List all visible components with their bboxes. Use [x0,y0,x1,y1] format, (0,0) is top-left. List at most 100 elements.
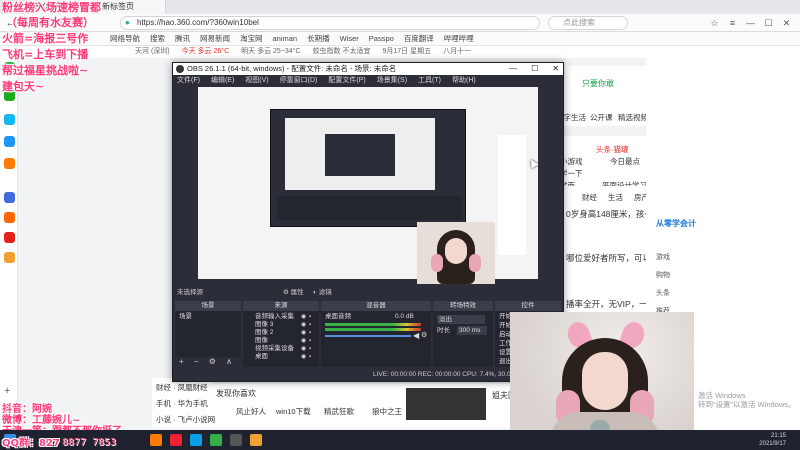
taskbar-clock[interactable]: 21:15 2021/9/17 [759,432,786,448]
bookmark-item[interactable]: 网络导航 [110,32,140,45]
mixer-dock-header: 混音器 [321,301,431,311]
sidebar-item[interactable]: 头条 [656,288,670,298]
mixer-level: 0.0 dB [395,313,414,320]
scenes-dock-buttons[interactable]: + − ⚙ ∧ ∨ [175,357,241,376]
filters-button[interactable]: ◐ 滤镜 [313,288,332,298]
video-thumbnail[interactable] [406,388,486,420]
app-icon[interactable] [4,252,15,263]
feed-item[interactable]: 狼中之王 [372,406,402,417]
menu-item[interactable]: 场景集(S) [377,75,407,86]
speaker-icon[interactable]: ◀ [413,331,419,340]
sidebar-item[interactable]: 购物 [656,270,670,280]
obs-taskbar-icon[interactable] [230,434,242,446]
bookmark-item[interactable]: 百度翻译 [404,32,434,45]
bookmark-item[interactable]: Wiser [340,32,359,45]
app-icon[interactable] [4,192,15,203]
bookmark-item[interactable]: 网易新闻 [200,32,230,45]
star-icon[interactable]: ☆ [709,16,720,30]
feed-title[interactable]: 发现你喜欢 [216,388,256,399]
duration-input[interactable]: 300 ms [457,326,487,335]
app-icon[interactable] [4,114,15,125]
menu-item[interactable]: 配置文件(P) [328,75,365,86]
taskbar-app-icon[interactable] [210,434,222,446]
app-icon[interactable] [4,232,15,243]
properties-button[interactable]: ⚙ 属性 [283,288,304,298]
menu-item[interactable]: 编辑(E) [211,75,234,86]
no-source-label: 未选择源 [177,289,203,296]
source-item[interactable]: 图像 3 [255,321,273,329]
source-item[interactable]: 桌面 [255,353,268,361]
left-list-item[interactable]: 小说 · 飞卢小说网 [156,414,215,425]
add-icon[interactable]: + [4,386,15,397]
url-field[interactable]: ● https://hao.360.com/?360win10bel [120,16,540,30]
minimize-icon[interactable]: — [745,16,756,30]
category-tab[interactable]: 生活 [608,192,623,203]
taskbar-app-icon[interactable] [170,434,182,446]
minimize-icon[interactable]: — [509,63,517,75]
right-link[interactable]: 精选视频 [618,112,648,123]
volume-slider[interactable] [325,335,411,337]
promo-item[interactable]: 头条·猫罐 [596,144,629,155]
app-icon[interactable] [4,158,15,169]
app-icon[interactable] [4,136,15,147]
transition-select[interactable]: 淡出 [437,315,485,324]
bookmark-item[interactable]: 淘宝网 [240,32,263,45]
headline-text[interactable]: 只要你敢 [582,78,614,89]
source-item[interactable]: 视频采集设备 [255,345,294,353]
left-list-item[interactable]: 财经 · 凤凰财经 [156,382,208,393]
menu-item[interactable]: 视图(V) [245,75,268,86]
menu-item[interactable]: 帮助(H) [452,75,476,86]
source-item[interactable]: 图像 2 [255,329,273,337]
feed-item[interactable]: 精武狂歌 [324,406,354,417]
source-item[interactable]: 音频输入采集 [255,313,294,321]
source-item[interactable]: 图像 [255,337,268,345]
cam-face [445,238,467,264]
eye-icon[interactable]: ◉ ◉ ◉ ◉ ◉ ◉ [301,313,306,361]
promo-item[interactable]: 今日最点 [610,156,640,167]
status-text: LIVE: 00:00:00 REC: 00:00:00 CPU: 7.4%, … [373,371,525,378]
menu-icon[interactable]: ≡ [727,16,738,30]
app-icon[interactable] [4,212,15,223]
left-list-item[interactable]: 手机 · 华为手机 [156,398,208,409]
overlay-line: 帮过福星挑战啦~ [2,64,89,77]
browser-tab[interactable]: 新标签页 [98,0,166,14]
bookmark-item[interactable]: 搜索 [150,32,165,45]
taskbar-app-icon[interactable] [190,434,202,446]
browser-toolbar: ☆ ≡ — ☐ ✕ [709,16,792,30]
overlay-line: QQ群：827 [2,438,60,449]
bookmark-item[interactable]: 长期播 [307,32,330,45]
sidebar-item[interactable]: 游戏 [656,252,670,262]
news-snippet[interactable]: 播率全开，无VIP，一键 [566,298,656,310]
scene-item[interactable]: 场景 [179,313,192,321]
obs-preview-scrollbar[interactable] [539,87,563,279]
feed-item[interactable]: win10下载 [276,406,311,417]
menu-item[interactable]: 停靠窗口(D) [280,75,318,86]
news-snippet[interactable]: 0岁身高148厘米，孩子 [566,208,653,220]
info-location[interactable]: 天河 (深圳) [135,46,170,58]
close-icon[interactable]: ✕ [552,63,559,75]
maximize-icon[interactable]: ☐ [531,63,538,75]
bookmark-item[interactable]: animan [273,32,298,45]
info-lunar: 八月十一 [443,48,472,55]
close-icon[interactable]: ✕ [781,16,792,30]
bookmark-item[interactable]: 腾讯 [175,32,190,45]
preview-webcam-source [417,222,495,284]
maximize-icon[interactable]: ☐ [763,16,774,30]
category-tab[interactable]: 财经 [582,192,597,203]
bookmark-item[interactable]: Passpo [369,32,394,45]
menu-item[interactable]: 文件(F) [177,75,200,86]
obs-title-text: OBS 26.1.1 (64-bit, windows) - 配置文件: 未命名… [187,64,397,73]
sources-dock-header: 来源 [243,301,319,311]
sources-dock: 音频输入采集 图像 3 图像 2 图像 视频采集设备 桌面 ◉ ◉ ◉ ◉ ◉ ◉ ▪ ▪ ▪… [243,311,319,367]
right-link[interactable]: 公开课 [590,112,613,123]
taskbar-app-icon[interactable] [150,434,162,446]
lock-source-icon[interactable]: ▪ ▪ ▪ ▪ ▪ ▪ [309,313,311,361]
gear-icon[interactable]: ⚙ [421,331,427,339]
browser-search-input[interactable]: 点此搜索 [548,16,628,30]
sidebar-promo[interactable]: 从零学会计 [656,218,696,229]
menu-item[interactable]: 工具(T) [418,75,441,86]
feed-item[interactable]: 风止好人 [236,406,266,417]
taskbar-app-icon[interactable] [250,434,262,446]
nested-obs-preview [270,109,466,227]
bookmark-item[interactable]: 哔哩哔哩 [444,32,474,45]
